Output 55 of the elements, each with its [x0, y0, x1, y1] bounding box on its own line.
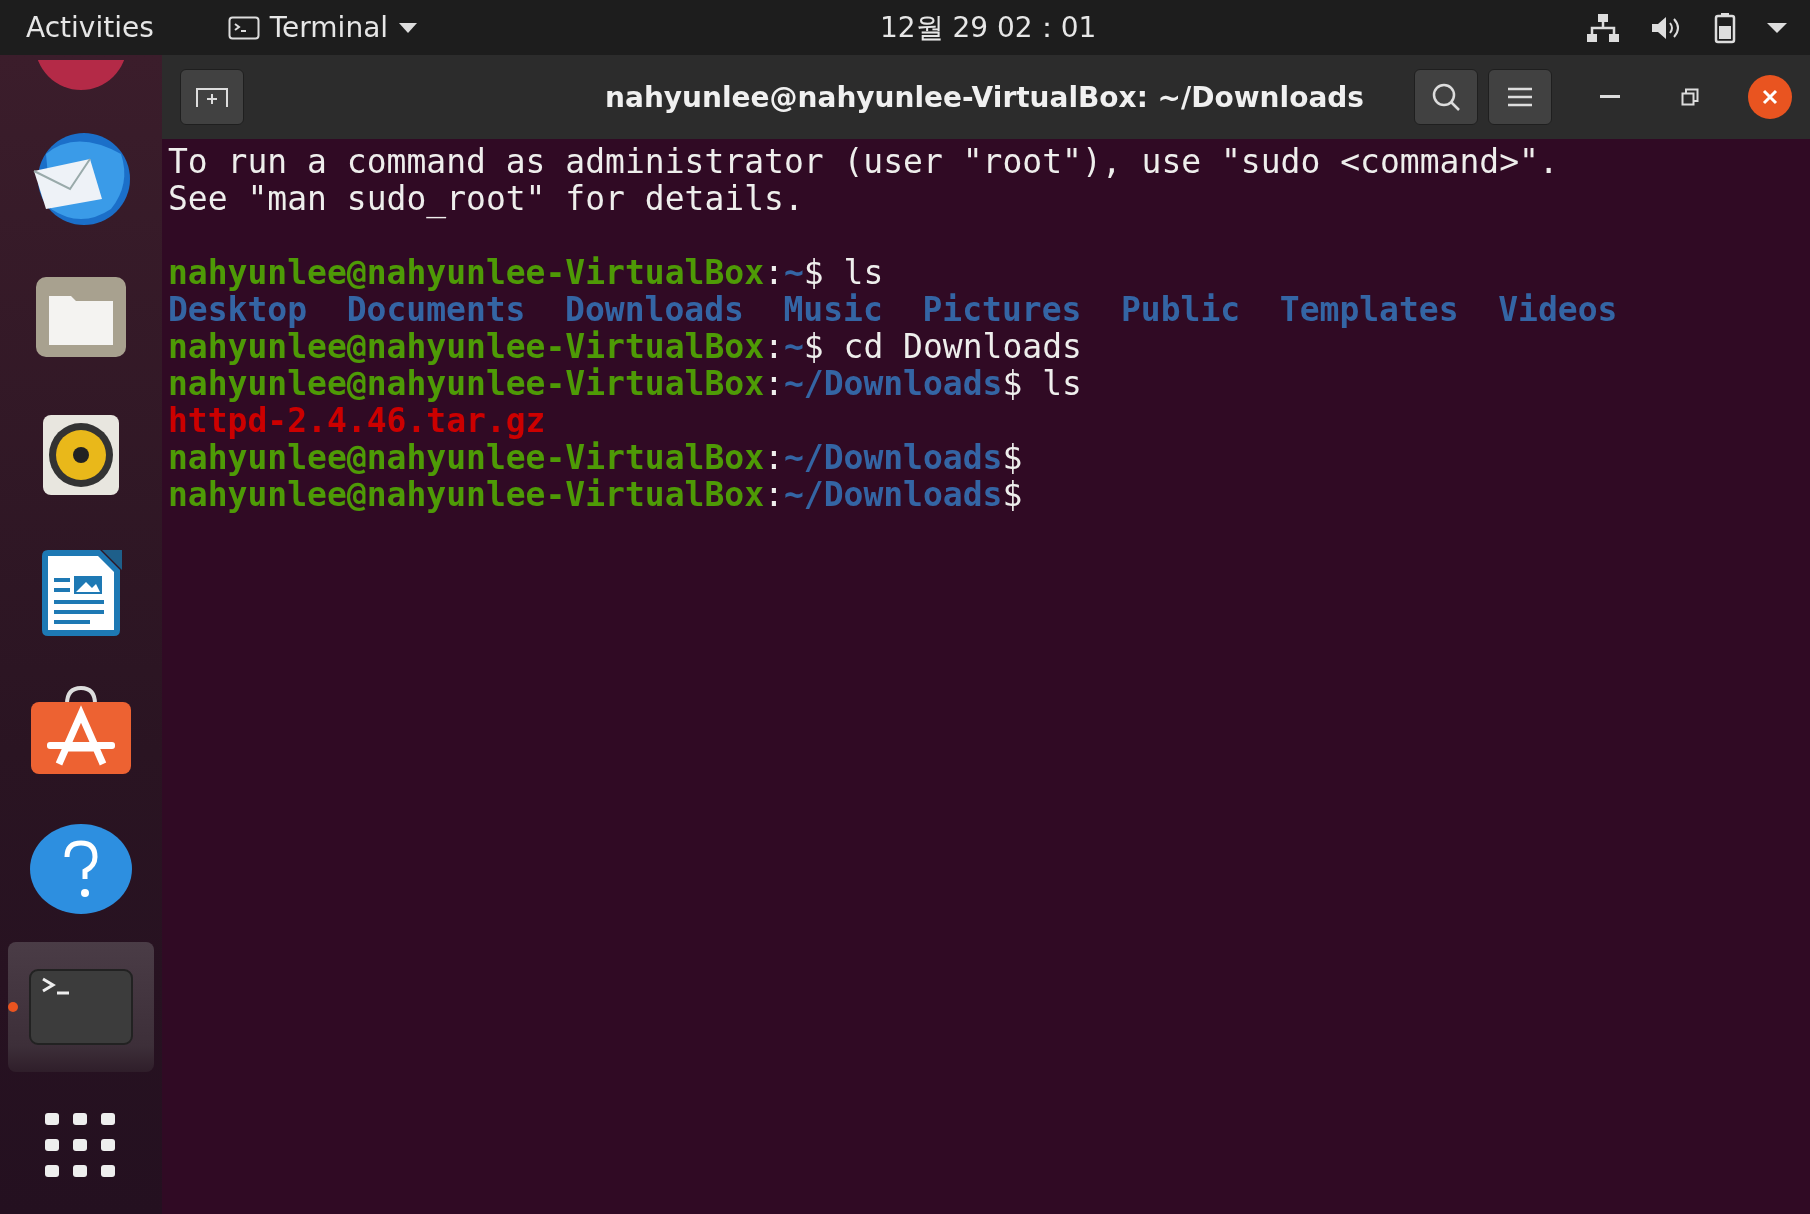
restore-icon	[1681, 88, 1699, 106]
minimize-icon	[1600, 95, 1620, 99]
prompt-path: ~/Downloads	[783, 439, 1003, 476]
terminal-text: :	[764, 439, 784, 476]
clock[interactable]: 12월 29 02：01	[880, 8, 1097, 47]
terminal-text: $	[1002, 476, 1023, 513]
terminal-text: $ ls	[1002, 365, 1082, 402]
battery-icon[interactable]	[1714, 11, 1736, 44]
network-icon[interactable]	[1586, 12, 1620, 43]
prompt-path: ~/Downloads	[783, 476, 1003, 513]
menu-button[interactable]	[1488, 69, 1552, 125]
terminal-text: $	[1002, 439, 1023, 476]
terminal-text: To run a command as administrator (user "root"), use "sudo <command>".	[168, 143, 1560, 180]
directory-name: Public	[1120, 291, 1241, 328]
menu-icon	[1507, 87, 1533, 107]
directory-name: Music	[783, 291, 883, 328]
prompt-user: nahyunlee@nahyunlee-VirtualBox	[168, 365, 765, 402]
app-grid-icon[interactable]	[45, 1113, 117, 1177]
directory-name: Pictures	[922, 291, 1082, 328]
activities-button[interactable]: Activities	[26, 11, 154, 44]
speaker-icon[interactable]	[42, 414, 120, 496]
new-tab-button[interactable]	[180, 69, 244, 125]
directory-name: Desktop	[168, 291, 308, 328]
terminal-text: $ ls	[803, 254, 884, 291]
terminal-text: :	[764, 365, 784, 402]
directory-name: Downloads	[565, 291, 744, 328]
terminal-text: :	[764, 476, 784, 513]
prompt-path: ~	[783, 254, 804, 291]
caret-icon[interactable]	[1766, 21, 1788, 34]
terminal-text: :	[764, 328, 784, 365]
terminal-icon	[227, 15, 260, 40]
directory-name: Templates	[1279, 291, 1459, 328]
shopping-bag-icon[interactable]	[29, 686, 133, 776]
app-icon[interactable]	[35, 60, 127, 90]
prompt-user: nahyunlee@nahyunlee-VirtualBox	[168, 254, 765, 291]
prompt-path: ~	[783, 328, 804, 365]
help-icon[interactable]	[29, 823, 133, 915]
folder-icon[interactable]	[35, 276, 127, 358]
caret-icon	[398, 21, 419, 34]
directory-name: Documents	[346, 291, 526, 328]
search-button[interactable]	[1414, 69, 1478, 125]
search-icon	[1431, 82, 1461, 112]
window-title: nahyunlee@nahyunlee-VirtualBox: ~/Downloads	[605, 80, 1364, 114]
app-menu[interactable]: Terminal	[227, 11, 419, 44]
running-indicator	[8, 1002, 18, 1012]
terminal-text: :	[764, 254, 784, 291]
terminal-text: $ cd Downloads	[803, 328, 1082, 365]
prompt-path: ~/Downloads	[783, 365, 1003, 402]
prompt-user: nahyunlee@nahyunlee-VirtualBox	[168, 476, 765, 513]
terminal-text: See "man sudo_root" for details.	[168, 180, 805, 217]
new-tab-icon	[195, 85, 229, 109]
close-icon	[1762, 89, 1778, 105]
directory-name: Videos	[1498, 291, 1618, 328]
file-name: httpd-2.4.46.tar.gz	[168, 402, 546, 439]
close-button[interactable]	[1748, 75, 1792, 119]
